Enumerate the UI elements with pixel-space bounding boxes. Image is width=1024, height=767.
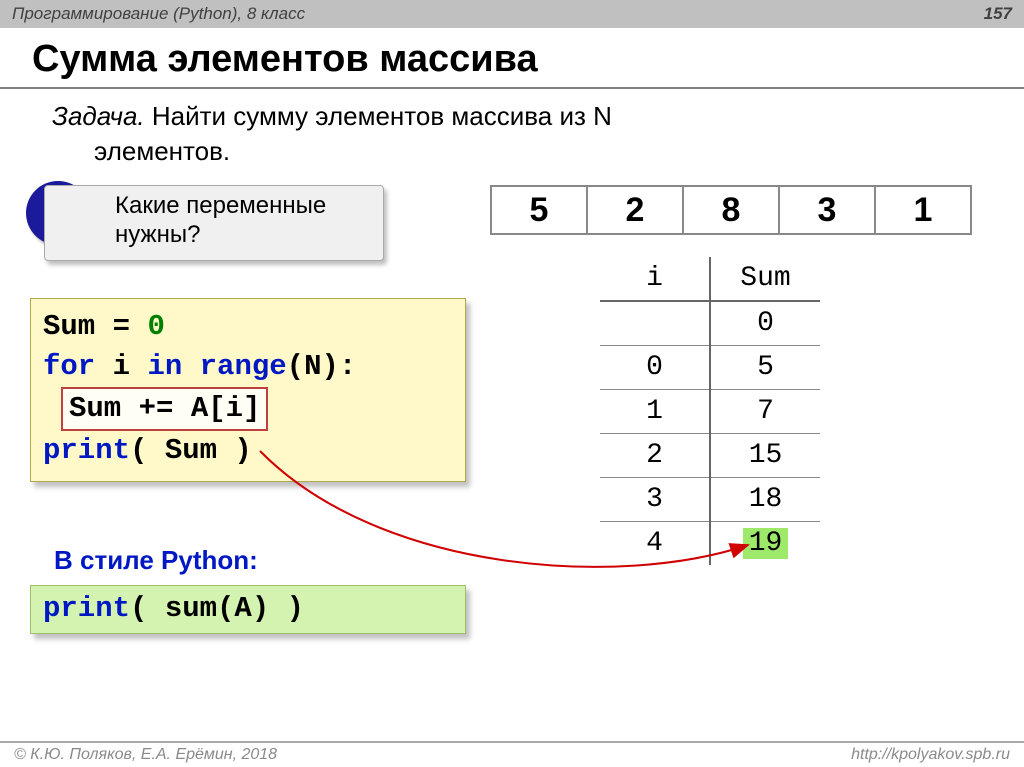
code-block-main: Sum = 0 for i in range(N): Sum += A[i] p…	[30, 298, 466, 482]
td-sum: 7	[710, 389, 820, 433]
td-sum: 19	[710, 521, 820, 565]
array-cell: 5	[490, 185, 588, 235]
array-values: 5 2 8 3 1	[492, 185, 972, 235]
slide-footer: © К.Ю. Поляков, Е.А. Ерёмин, 2018 http:/…	[0, 741, 1024, 767]
result-highlight: 19	[743, 528, 789, 559]
python-style-label: В стиле Python:	[54, 545, 258, 576]
question-line2: нужны?	[115, 221, 369, 250]
td-i: 4	[600, 521, 710, 565]
td-sum: 18	[710, 477, 820, 521]
td-sum: 15	[710, 433, 820, 477]
task-line1: Найти сумму элементов массива из N	[145, 101, 612, 131]
course-label: Программирование (Python), 8 класс	[12, 4, 305, 24]
td-i	[600, 301, 710, 345]
copyright: © К.Ю. Поляков, Е.А. Ерёмин, 2018	[14, 746, 277, 764]
array-cell: 2	[586, 185, 684, 235]
page-number: 157	[984, 4, 1012, 24]
array-cell: 8	[682, 185, 780, 235]
trace-table: iSum 0 05 17 215 318 4 19	[600, 257, 820, 565]
array-cell: 1	[874, 185, 972, 235]
td-sum: 5	[710, 345, 820, 389]
question-box: Какие переменные нужны?	[44, 185, 384, 261]
slide-header: Программирование (Python), 8 класс 157	[0, 0, 1024, 28]
footer-url: http://kpolyakov.spb.ru	[851, 746, 1010, 764]
td-i: 2	[600, 433, 710, 477]
th-sum: Sum	[710, 257, 820, 301]
title-divider	[0, 87, 1024, 89]
task-label: Задача.	[52, 101, 145, 131]
content-area: ? Какие переменные нужны? 5 2 8 3 1 Sum …	[0, 173, 1024, 733]
array-cell: 3	[778, 185, 876, 235]
slide-title: Сумма элементов массива	[0, 28, 1024, 85]
question-line1: Какие переменные	[115, 192, 369, 221]
td-i: 0	[600, 345, 710, 389]
code-highlighted-line: Sum += A[i]	[61, 387, 268, 431]
td-i: 1	[600, 389, 710, 433]
td-sum: 0	[710, 301, 820, 345]
th-i: i	[600, 257, 710, 301]
code-block-pythonic: print( sum(A) )	[30, 585, 466, 634]
td-i: 3	[600, 477, 710, 521]
task-line2: элементов.	[52, 134, 984, 169]
task-text: Задача. Найти сумму элементов массива из…	[0, 97, 1024, 173]
